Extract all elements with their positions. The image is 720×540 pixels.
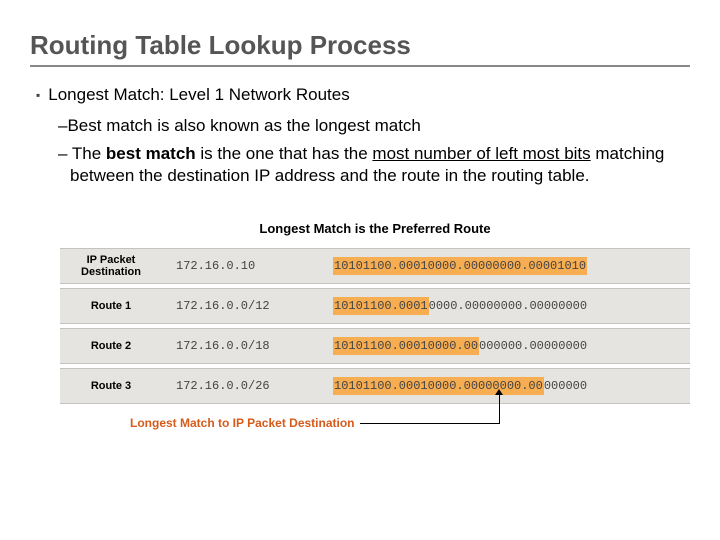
bullet-sub-2: The best match is the one that has the m… xyxy=(70,143,690,187)
arrow-line xyxy=(360,423,500,424)
arrow-head-icon xyxy=(495,389,503,395)
row-label: Route 2 xyxy=(60,328,162,364)
row-label: IP Packet Destination xyxy=(60,248,162,284)
routing-table: IP Packet Destination 172.16.0.10 101011… xyxy=(60,244,690,408)
caption-row: Longest Match to IP Packet Destination xyxy=(130,416,690,430)
row-address: 172.16.0.10 xyxy=(162,248,327,284)
figure: Longest Match is the Preferred Route IP … xyxy=(60,221,690,430)
text-frag: is the one that has the xyxy=(196,144,373,163)
row-address: 172.16.0.0/12 xyxy=(162,288,327,324)
table-row: IP Packet Destination 172.16.0.10 101011… xyxy=(60,248,690,284)
caption-text: Longest Match to IP Packet Destination xyxy=(130,416,354,430)
row-label: Route 3 xyxy=(60,368,162,404)
row-address: 172.16.0.0/26 xyxy=(162,368,327,404)
row-binary: 10101100.00010000.00000000.00000000 xyxy=(327,288,690,324)
bullet-sub-1: Best match is also known as the longest … xyxy=(70,115,690,137)
figure-title: Longest Match is the Preferred Route xyxy=(60,221,690,236)
table-row: Route 1 172.16.0.0/12 10101100.00010000.… xyxy=(60,288,690,324)
text-frag: 0000.00000000.00000000 xyxy=(429,299,587,313)
highlight: 10101100.00010000.00000000.00001010 xyxy=(333,257,587,275)
text-frag: 000000 xyxy=(544,379,587,393)
text-frag: The xyxy=(72,144,106,163)
row-binary: 10101100.00010000.00000000.00000000 xyxy=(327,328,690,364)
table-row: Route 3 172.16.0.0/26 10101100.00010000.… xyxy=(60,368,690,404)
bullet-level1: Longest Match: Level 1 Network Routes xyxy=(36,85,690,105)
table-row: Route 2 172.16.0.0/18 10101100.00010000.… xyxy=(60,328,690,364)
slide-title: Routing Table Lookup Process xyxy=(30,30,690,67)
text-bold: best match xyxy=(106,144,196,163)
row-address: 172.16.0.0/18 xyxy=(162,328,327,364)
text-underline: most number of left most bits xyxy=(372,144,590,163)
row-label: Route 1 xyxy=(60,288,162,324)
arrow-vertical xyxy=(499,393,500,423)
text-frag: 000000.00000000 xyxy=(479,339,587,353)
highlight: 10101100.00010000.00000000.00 xyxy=(333,377,544,395)
highlight: 10101100.0001 xyxy=(333,297,429,315)
row-binary: 10101100.00010000.00000000.00001010 xyxy=(327,248,690,284)
row-binary: 10101100.00010000.00000000.00000000 xyxy=(327,368,690,404)
highlight: 10101100.00010000.00 xyxy=(333,337,479,355)
